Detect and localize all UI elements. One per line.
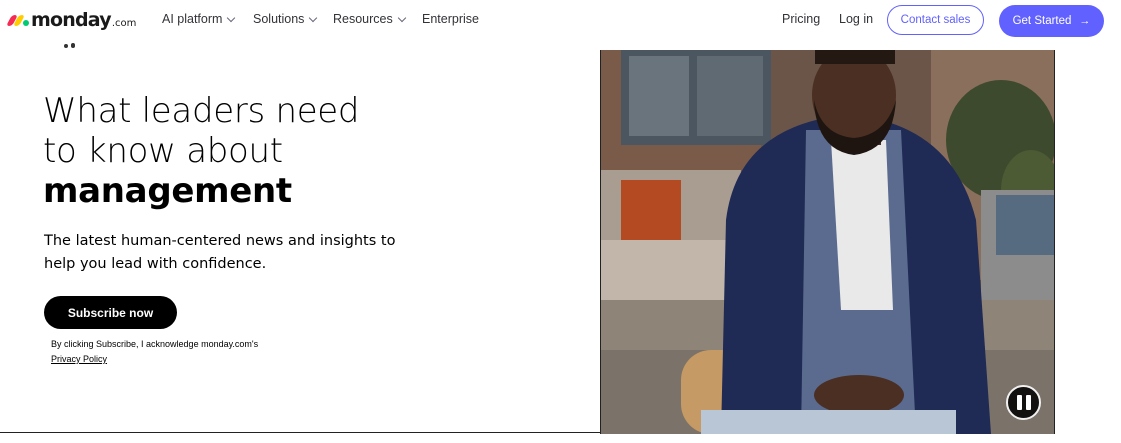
divider (0, 432, 600, 433)
login-link[interactable]: Log in (839, 12, 873, 26)
arrow-right-icon: → (1079, 15, 1091, 27)
get-started-label: Get Started (1012, 15, 1072, 27)
contact-sales-label: Contact sales (900, 14, 971, 26)
nav-item-label: Solutions (253, 12, 305, 26)
pricing-link[interactable]: Pricing (782, 12, 820, 26)
disclaimer-text: By clicking Subscribe, I acknowledge mon… (51, 339, 259, 349)
logo-suffix: .com (111, 17, 137, 29)
top-nav: monday .com AI platform Solutions Resour… (0, 0, 1121, 42)
nav-item-label: AI platform (162, 12, 223, 26)
title-line-2: to know about (43, 131, 283, 171)
nav-item-solutions[interactable]: Solutions (253, 12, 318, 26)
hero-video[interactable] (600, 50, 1055, 434)
nav-item-enterprise[interactable]: Enterprise (422, 12, 479, 26)
logo-wordmark: monday (31, 9, 112, 31)
page-title: What leaders need to know about manageme… (43, 91, 463, 211)
chevron-down-icon (227, 13, 236, 22)
contact-sales-button[interactable]: Contact sales (887, 5, 984, 35)
video-frame-image (601, 50, 1054, 434)
chevron-down-icon (309, 13, 318, 22)
cropped-text-fragment (62, 36, 76, 48)
pause-button[interactable] (1006, 385, 1041, 420)
nav-item-ai-platform[interactable]: AI platform (162, 12, 236, 26)
nav-item-label: Enterprise (422, 12, 479, 26)
get-started-button[interactable]: Get Started → (999, 5, 1104, 37)
monday-logo[interactable]: monday .com (6, 9, 137, 31)
subscribe-disclaimer: By clicking Subscribe, I acknowledge mon… (51, 337, 258, 367)
title-bold-word: management (43, 171, 292, 211)
logo-mark-icon (6, 13, 29, 27)
chevron-down-icon (397, 13, 406, 22)
privacy-policy-link[interactable]: Privacy Policy (51, 352, 258, 367)
hero-subtitle: The latest human-centered news and insig… (44, 233, 396, 272)
pause-icon (1016, 395, 1022, 410)
title-line-1: What leaders need (43, 91, 360, 131)
pause-icon-bar (1025, 395, 1031, 410)
nav-item-label: Resources (333, 12, 393, 26)
nav-item-resources[interactable]: Resources (333, 12, 406, 26)
subscribe-button[interactable]: Subscribe now (44, 296, 177, 329)
subscribe-label: Subscribe now (67, 305, 154, 320)
